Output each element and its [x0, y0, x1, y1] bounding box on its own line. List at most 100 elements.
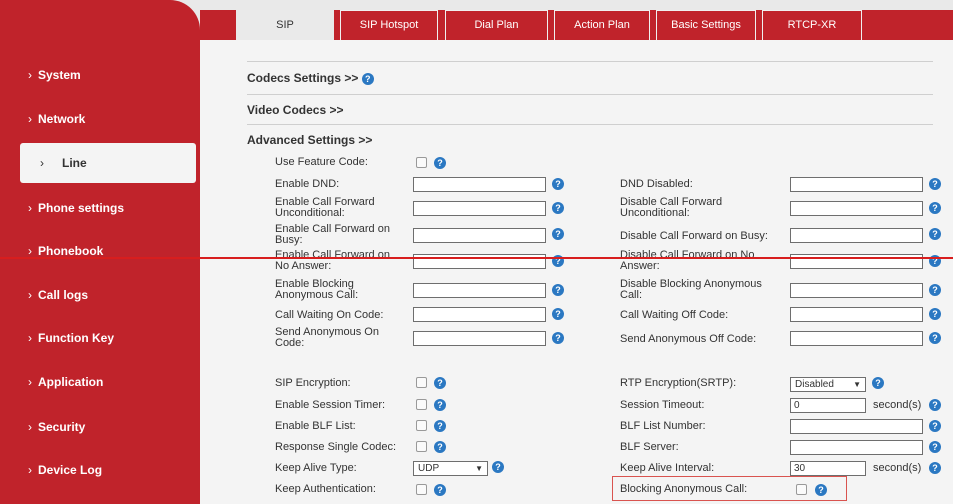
help-icon[interactable]: ?	[492, 461, 504, 473]
tab-rtcp-xr[interactable]: RTCP-XR	[762, 10, 862, 40]
tab-dial-plan[interactable]: Dial Plan	[445, 10, 548, 40]
rtp-encryption-select[interactable]: Disabled ▼	[790, 377, 866, 392]
sidebar-item-application[interactable]: › Application	[0, 364, 196, 400]
help-icon[interactable]: ?	[929, 284, 941, 296]
use-feature-code-checkbox[interactable]	[416, 157, 427, 168]
blf-list-number-input[interactable]	[790, 419, 923, 434]
help-icon[interactable]: ?	[929, 399, 941, 411]
dnd-disabled-input[interactable]	[790, 177, 923, 192]
seconds-unit: second(s)	[873, 399, 922, 411]
help-icon[interactable]: ?	[929, 202, 941, 214]
sidebar-item-network[interactable]: › Network	[0, 101, 196, 137]
help-icon[interactable]: ?	[434, 484, 446, 496]
response-single-codec-checkbox[interactable]	[416, 441, 427, 452]
enable-cfu-input[interactable]	[413, 201, 546, 216]
help-icon[interactable]: ?	[434, 441, 446, 453]
keep-alive-type-select[interactable]: UDP ▼	[413, 461, 488, 476]
chevron-right-icon: ›	[28, 288, 32, 302]
section-codecs-settings[interactable]: Codecs Settings >> ?	[247, 71, 374, 85]
label-enable-cfu: Enable Call Forward Unconditional:	[275, 196, 375, 219]
help-icon[interactable]: ?	[552, 332, 564, 344]
select-value: Disabled	[795, 379, 834, 390]
chevron-right-icon: ›	[40, 156, 44, 170]
sidebar-item-label: System	[38, 68, 81, 82]
seconds-unit: second(s)	[873, 462, 922, 474]
help-icon[interactable]: ?	[929, 308, 941, 320]
help-icon[interactable]: ?	[929, 441, 941, 453]
sidebar-item-phone-settings[interactable]: › Phone settings	[0, 190, 196, 226]
sidebar-item-phonebook[interactable]: › Phonebook	[0, 233, 196, 269]
help-icon[interactable]: ?	[434, 157, 446, 169]
label-call-waiting-on: Call Waiting On Code:	[275, 309, 384, 321]
help-icon[interactable]: ?	[929, 228, 941, 240]
help-icon[interactable]: ?	[929, 420, 941, 432]
enable-cfb-input[interactable]	[413, 228, 546, 243]
sip-encryption-checkbox[interactable]	[416, 377, 427, 388]
label-send-anonymous-on: Send Anonymous On Code:	[275, 326, 379, 349]
help-icon[interactable]: ?	[552, 284, 564, 296]
label-keep-alive-type: Keep Alive Type:	[275, 462, 357, 474]
tab-sip-hotspot[interactable]: SIP Hotspot	[340, 10, 438, 40]
label-rtp-encryption: RTP Encryption(SRTP):	[620, 377, 737, 389]
send-anonymous-on-input[interactable]	[413, 331, 546, 346]
chevron-right-icon: ›	[28, 112, 32, 126]
help-icon[interactable]: ?	[434, 377, 446, 389]
help-icon[interactable]: ?	[929, 462, 941, 474]
help-icon[interactable]: ?	[872, 377, 884, 389]
help-icon[interactable]: ?	[552, 178, 564, 190]
label-enable-blocking-anonymous: Enable Blocking Anonymous Call:	[275, 278, 359, 301]
disable-cfu-input[interactable]	[790, 201, 923, 216]
help-icon[interactable]: ?	[552, 202, 564, 214]
label-blf-list: Enable BLF List:	[275, 420, 356, 432]
blf-list-checkbox[interactable]	[416, 420, 427, 431]
help-icon[interactable]: ?	[434, 399, 446, 411]
help-icon[interactable]: ?	[929, 178, 941, 190]
label-dnd-disabled: DND Disabled:	[620, 178, 693, 190]
chevron-right-icon: ›	[28, 463, 32, 477]
label-disable-cfb: Disable Call Forward on Busy:	[620, 230, 768, 242]
sidebar-item-call-logs[interactable]: › Call logs	[0, 277, 196, 313]
label-session-timer: Enable Session Timer:	[275, 399, 386, 411]
label-use-feature-code: Use Feature Code:	[275, 156, 368, 168]
help-icon[interactable]: ?	[361, 73, 374, 85]
disable-cfb-input[interactable]	[790, 228, 923, 243]
section-title: Codecs Settings >>	[247, 71, 359, 85]
tab-sip[interactable]: SIP	[236, 10, 334, 40]
help-icon[interactable]: ?	[929, 332, 941, 344]
keep-authentication-checkbox[interactable]	[416, 484, 427, 495]
dropdown-arrow-icon: ▼	[853, 380, 861, 389]
sidebar-item-security[interactable]: › Security	[0, 409, 196, 445]
session-timeout-input[interactable]: 0	[790, 398, 866, 413]
sidebar-item-line[interactable]: › Line	[20, 143, 196, 183]
chevron-right-icon: ›	[28, 68, 32, 82]
section-advanced-settings[interactable]: Advanced Settings >>	[247, 133, 372, 147]
enable-dnd-input[interactable]	[413, 177, 546, 192]
sidebar-item-label: Phonebook	[38, 244, 104, 258]
session-timer-checkbox[interactable]	[416, 399, 427, 410]
keep-alive-interval-input[interactable]: 30	[790, 461, 866, 476]
call-waiting-on-input[interactable]	[413, 307, 546, 322]
call-waiting-off-input[interactable]	[790, 307, 923, 322]
label-blf-list-number: BLF List Number:	[620, 420, 706, 432]
label-session-timeout: Session Timeout:	[620, 399, 705, 411]
disable-blocking-anonymous-input[interactable]	[790, 283, 923, 298]
label-disable-cfna: Disable Call Forward on No Answer:	[620, 249, 755, 272]
sidebar-item-function-key[interactable]: › Function Key	[0, 320, 196, 356]
help-icon[interactable]: ?	[434, 420, 446, 432]
sidebar-item-system[interactable]: › System	[0, 57, 196, 93]
help-icon[interactable]: ?	[552, 228, 564, 240]
annotation-line	[0, 257, 953, 259]
section-video-codecs[interactable]: Video Codecs >>	[247, 103, 344, 117]
tab-action-plan[interactable]: Action Plan	[554, 10, 650, 40]
chevron-right-icon: ›	[28, 375, 32, 389]
help-icon[interactable]: ?	[552, 308, 564, 320]
send-anonymous-off-input[interactable]	[790, 331, 923, 346]
chevron-right-icon: ›	[28, 244, 32, 258]
blf-server-input[interactable]	[790, 440, 923, 455]
sidebar-item-device-log[interactable]: › Device Log	[0, 452, 196, 488]
enable-blocking-anonymous-input[interactable]	[413, 283, 546, 298]
tab-basic-settings[interactable]: Basic Settings	[656, 10, 756, 40]
label-response-single-codec: Response Single Codec:	[275, 441, 397, 453]
sidebar-item-label: Function Key	[38, 331, 115, 345]
divider	[247, 124, 933, 125]
